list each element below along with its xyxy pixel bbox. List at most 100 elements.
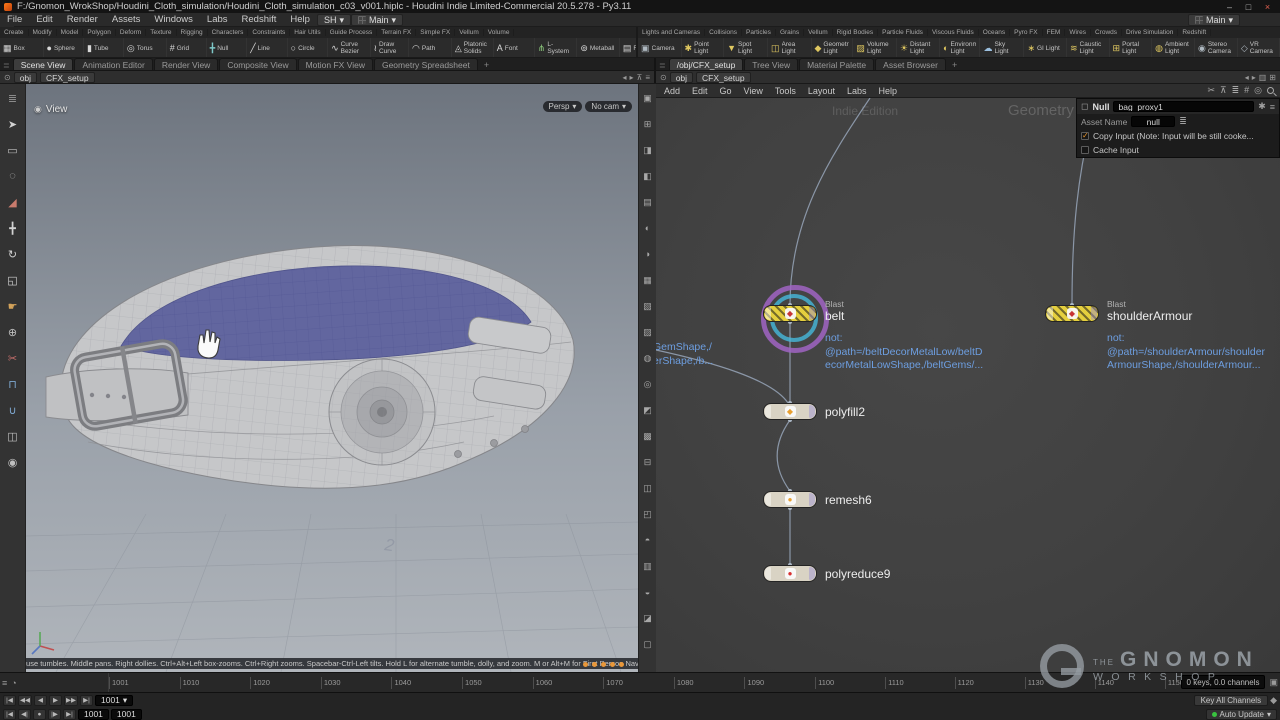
menu-item[interactable]: Help — [283, 14, 317, 25]
shelf-tab[interactable]: Lights and Cameras — [638, 29, 705, 36]
network-menu-item[interactable]: Edit — [686, 86, 714, 96]
network-toolbar-icon[interactable]: ◎ — [1254, 85, 1262, 96]
forward-icon[interactable]: ▸ — [629, 73, 633, 82]
timeline-ruler[interactable]: ≡ ◔ 100110101020103010401050106010701080… — [0, 672, 1280, 692]
shelf-tool[interactable]: ╋ Null — [207, 38, 247, 57]
key-all-channels-button[interactable]: Key All Channels — [1194, 695, 1268, 706]
shelf-tool[interactable]: ◆ Geometry Light — [812, 38, 854, 57]
shelf-tool[interactable]: ▦ Box — [0, 38, 44, 57]
menu-item[interactable]: Redshift — [235, 14, 284, 25]
camera-lock-icon[interactable]: ▣ — [1269, 677, 1278, 688]
toolbar-icon[interactable]: ◢ — [2, 190, 24, 214]
shelf-tab[interactable]: Oceans — [979, 29, 1010, 36]
node-name-label[interactable]: belt — [825, 309, 1005, 323]
transport-button[interactable]: ◀| — [18, 709, 31, 720]
shelf-tab[interactable]: FEM — [1043, 29, 1066, 36]
shelf-tool[interactable]: ☀ Distant Light — [897, 38, 940, 57]
toolbar-icon[interactable]: ◌ — [2, 164, 24, 188]
shelf-tab[interactable]: Pyro FX — [1010, 29, 1042, 36]
display-toolbar-icon[interactable]: ⊟ — [640, 450, 656, 474]
display-toolbar-icon[interactable]: ◫ — [640, 476, 656, 500]
network-toolbar-icon[interactable]: ✂ — [1207, 85, 1215, 96]
network-canvas[interactable]: Indie Edition Geometry — [656, 98, 1280, 672]
display-toolbar-icon[interactable]: ◒ — [640, 580, 656, 604]
shelf-tab[interactable]: Volume — [484, 29, 515, 36]
link-icon[interactable]: ⊙ — [660, 73, 667, 82]
pane-tab[interactable]: Composite View — [219, 58, 296, 70]
shelf-tool[interactable]: A Font — [494, 38, 535, 57]
network-toolbar-icon[interactable]: # — [1244, 85, 1249, 96]
pane-tab[interactable]: Render View — [154, 58, 219, 70]
transport-button[interactable]: ◀◀ — [18, 695, 32, 706]
shelf-tab[interactable]: Vellum — [804, 29, 833, 36]
node-name-label[interactable]: remesh6 — [825, 493, 1005, 507]
shelf-tab[interactable]: Grains — [776, 29, 804, 36]
toolbar-icon[interactable]: ✂ — [2, 346, 24, 370]
pane-tab[interactable]: Asset Browser — [875, 58, 946, 70]
shelf-tool[interactable]: ▼ Spot Light — [724, 38, 768, 57]
shelf-tab[interactable]: Particles — [742, 29, 776, 36]
node-name-label[interactable]: shoulderArmour — [1107, 309, 1280, 323]
shelf-tool[interactable]: ⊚ Metaball — [577, 38, 620, 57]
shelf-tool[interactable]: ≀ Draw Curve — [371, 38, 409, 57]
link-icon[interactable]: ⊙ — [4, 73, 11, 82]
network-menu-item[interactable]: View — [738, 86, 769, 96]
display-toolbar-icon[interactable]: ▤ — [640, 190, 656, 214]
node-body[interactable]: ● — [763, 565, 817, 582]
network-toolbar-icon[interactable]: ≣ — [1232, 85, 1240, 96]
layout-icon[interactable]: ⊞ — [1269, 73, 1276, 82]
path-segment-obj[interactable]: obj — [14, 72, 37, 83]
shelf-tab[interactable]: Collisions — [705, 29, 742, 36]
node-name-label[interactable]: polyfill2 — [825, 405, 1005, 419]
timeline-clock-icon[interactable]: ◔ — [11, 678, 16, 688]
display-toolbar-icon[interactable]: ▧ — [640, 294, 656, 318]
keyframe-options-icon[interactable]: ◆ — [1270, 695, 1277, 706]
node-body[interactable]: ◆ — [1045, 305, 1099, 322]
shelf-tab[interactable]: Redshift — [1178, 29, 1211, 36]
network-toolbar-icon[interactable]: ⊼ — [1220, 85, 1227, 96]
shelf-tool[interactable]: ✱ Point Light — [682, 38, 725, 57]
display-toolbar-icon[interactable]: ◑ — [640, 242, 656, 266]
shelf-tool[interactable]: ▨ Volume Light — [853, 38, 897, 57]
menu-icon[interactable]: ≡ — [1270, 102, 1275, 112]
transport-button[interactable]: ▶| — [80, 695, 93, 706]
menu-item[interactable]: Edit — [29, 14, 59, 25]
shelf-tab[interactable]: Terrain FX — [377, 29, 416, 36]
toolbar-icon[interactable]: ⊓ — [2, 372, 24, 396]
range-end-field[interactable]: 1001 — [111, 709, 142, 720]
node-name-field[interactable]: bag_proxy1 — [1113, 101, 1254, 112]
toolbar-icon[interactable]: ➤ — [2, 112, 24, 136]
display-toolbar-icon[interactable]: ◨ — [640, 138, 656, 162]
transport-button[interactable]: |◀ — [3, 709, 16, 720]
display-toolbar-icon[interactable]: ▦ — [640, 268, 656, 292]
shelf-tool[interactable]: ▣ Camera — [638, 38, 682, 57]
main-desktop-chip-right[interactable]: Main▾ — [1188, 14, 1240, 26]
transport-button[interactable]: ● — [33, 709, 46, 720]
shelf-tool[interactable]: ≋ Caustic Light — [1067, 38, 1110, 57]
shelf-tab[interactable]: Simple FX — [416, 29, 455, 36]
transport-button[interactable]: |▶ — [48, 709, 61, 720]
display-toolbar-icon[interactable]: ◐ — [640, 216, 656, 240]
list-icon[interactable]: ≣ — [1179, 116, 1187, 127]
shelf-tool[interactable]: ○ Circle — [288, 38, 328, 57]
transport-button[interactable]: ◀ — [34, 695, 47, 706]
pin-icon[interactable]: ⊼ — [636, 73, 642, 82]
panes-icon[interactable]: ▥ — [1259, 73, 1267, 82]
node-name-label[interactable]: polyreduce9 — [825, 567, 1005, 581]
display-toolbar-icon[interactable]: ◪ — [640, 606, 656, 630]
frame-ruler[interactable]: 1001101010201030104010501060107010801090… — [108, 673, 1184, 692]
pane-grip-icon[interactable]: ≣ — [656, 61, 669, 70]
display-toolbar-icon[interactable]: ◍ — [640, 346, 656, 370]
network-node[interactable]: ◆ polyfill2 — [763, 403, 817, 420]
toolbar-icon[interactable]: ☛ — [2, 294, 24, 318]
shelf-tool[interactable]: ● Sphere — [44, 38, 84, 57]
shelf-tab[interactable]: Rigid Bodies — [833, 29, 879, 36]
network-node[interactable]: ● polyreduce9 — [763, 565, 817, 582]
display-toolbar-icon[interactable]: ▨ — [640, 320, 656, 344]
transport-button[interactable]: ▶ — [49, 695, 62, 706]
pane-grip-icon[interactable]: ≣ — [0, 61, 13, 70]
pane-tab[interactable]: Motion FX View — [298, 58, 373, 70]
network-node[interactable]: ● remesh6 — [763, 491, 817, 508]
shelf-tool[interactable]: ⋔ L-System — [535, 38, 578, 57]
scene-viewport[interactable]: 2 — [26, 84, 638, 672]
